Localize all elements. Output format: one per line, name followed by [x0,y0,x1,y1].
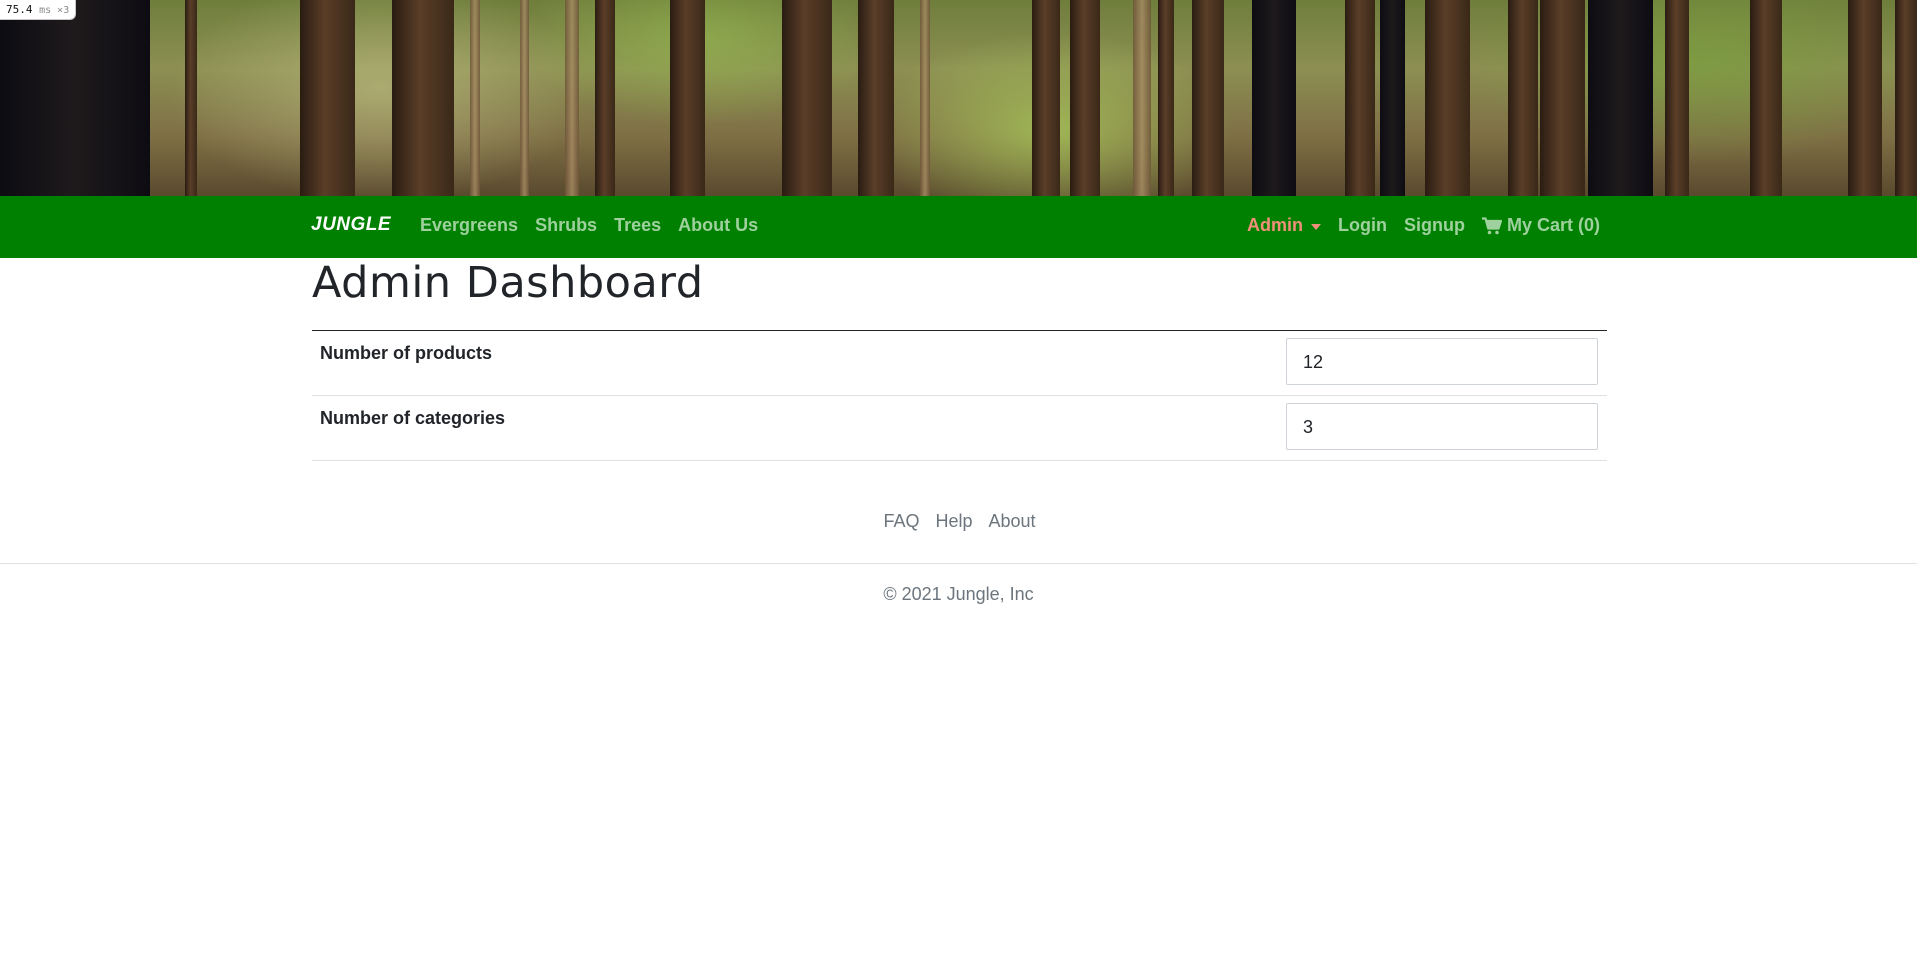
account-nav: Admin Login Signup My Cart (0) [1247,215,1600,236]
login-link[interactable]: Login [1338,215,1387,236]
table-row: Number of categories 3 [312,396,1607,461]
footer-link-faq[interactable]: FAQ [883,511,919,532]
my-cart-label: My Cart (0) [1506,215,1600,235]
footer-links: FAQ Help About [0,511,1917,532]
category-nav: Evergreens Shrubs Trees About Us [420,215,758,236]
performance-value: 75.4 [6,3,33,16]
footer-divider [0,563,1917,564]
navbar-container: JUNGLE Evergreens Shrubs Trees About Us … [311,196,1607,258]
stat-label-categories: Number of categories [320,408,506,428]
admin-dropdown-label: Admin [1247,215,1303,235]
shopping-cart-icon [1481,216,1502,235]
footer-link-about[interactable]: About [989,511,1036,532]
nav-link-shrubs[interactable]: Shrubs [535,215,597,236]
admin-dropdown[interactable]: Admin [1247,215,1321,236]
stat-value-products: 12 [1286,338,1598,385]
top-navbar: JUNGLE Evergreens Shrubs Trees About Us … [0,196,1917,258]
performance-unit: ms ×3 [39,5,70,16]
brand-logo[interactable]: JUNGLE [311,214,391,236]
table-row: Number of products 12 [312,331,1607,396]
performance-badge: 75.4 ms ×3 [0,0,77,20]
caret-down-icon [1311,223,1321,230]
stat-label-products: Number of products [320,343,493,363]
nav-link-trees[interactable]: Trees [614,215,661,236]
signup-link[interactable]: Signup [1404,215,1465,236]
nav-link-about-us[interactable]: About Us [678,215,758,236]
my-cart-link[interactable]: My Cart (0) [1481,215,1600,236]
page-title: Admin Dashboard [312,258,704,308]
stat-value-categories: 3 [1286,403,1598,450]
nav-link-evergreens[interactable]: Evergreens [420,215,518,236]
footer-link-help[interactable]: Help [935,511,972,532]
hero-forest-image [0,0,1917,196]
copyright-text: © 2021 Jungle, Inc [883,584,1034,604]
stats-table: Number of products 12 Number of categori… [312,330,1607,461]
